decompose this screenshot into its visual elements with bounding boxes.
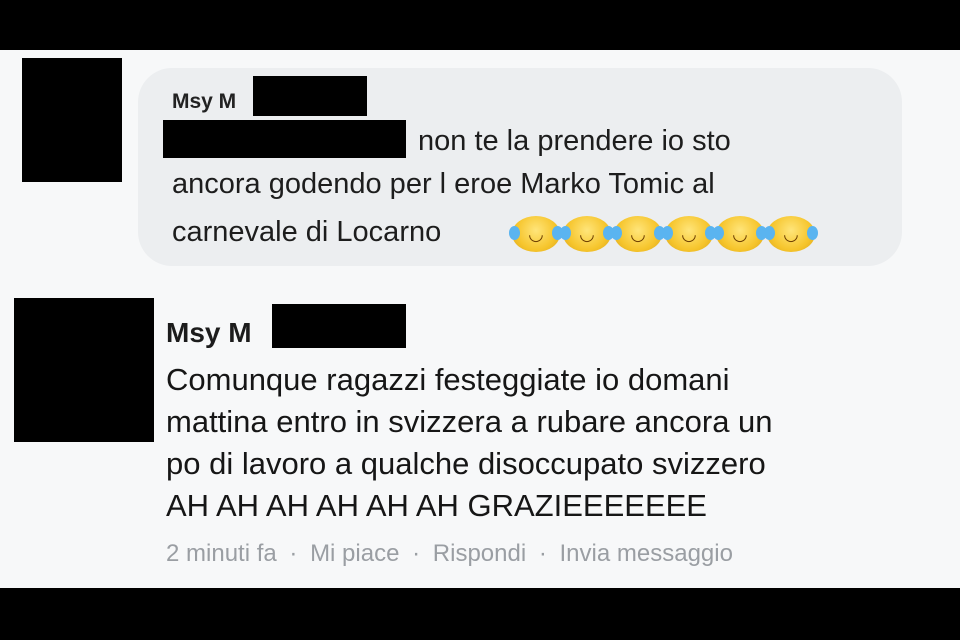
comment-screen: Msy M non te la prendere io sto ancora g… — [0, 50, 960, 588]
redaction-bar — [272, 304, 406, 348]
reply-link[interactable]: Rispondi — [433, 540, 526, 567]
send-message-link[interactable]: Invia messaggio — [560, 540, 733, 567]
timestamp-link[interactable]: 2 minuti fa — [166, 540, 277, 567]
face-with-tears-of-joy-icon: ◡ — [662, 216, 716, 252]
like-link[interactable]: Mi piace — [310, 540, 399, 567]
quoted-comment-line: carnevale di Locarno — [172, 216, 442, 248]
comment-line: mattina entro in svizzera a rubare ancor… — [166, 404, 773, 439]
face-with-tears-of-joy-icon: ◡ — [509, 216, 563, 252]
quoted-comment-line: non te la prendere io sto — [418, 125, 731, 157]
quoted-comment-line: ancora godendo per l eroe Marko Tomic al — [172, 168, 715, 200]
face-with-tears-of-joy-icon: ◡ — [764, 216, 818, 252]
quoted-author-name[interactable]: Msy M — [172, 90, 236, 114]
face-with-tears-of-joy-icon: ◡ — [560, 216, 614, 252]
redacted-avatar — [14, 298, 154, 442]
separator-dot: · — [538, 540, 547, 567]
comment-line: po di lavoro a qualche disoccupato svizz… — [166, 446, 766, 481]
separator-dot: · — [412, 540, 421, 567]
comment-author-name[interactable]: Msy M — [166, 317, 252, 349]
emoji-row: ◡ ◡ ◡ ◡ ◡ ◡ — [509, 216, 818, 252]
redacted-avatar — [22, 58, 122, 182]
comment-actions: 2 minuti fa · Mi piace · Rispondi · Invi… — [166, 540, 733, 568]
redaction-bar — [253, 76, 367, 116]
face-with-tears-of-joy-icon: ◡ — [713, 216, 767, 252]
comment-line: AH AH AH AH AH AH GRAZIEEEEEEE — [166, 488, 707, 523]
separator-dot: · — [289, 540, 298, 567]
face-with-tears-of-joy-icon: ◡ — [611, 216, 665, 252]
comment-line: Comunque ragazzi festeggiate io domani — [166, 362, 730, 397]
redaction-bar — [163, 120, 406, 158]
